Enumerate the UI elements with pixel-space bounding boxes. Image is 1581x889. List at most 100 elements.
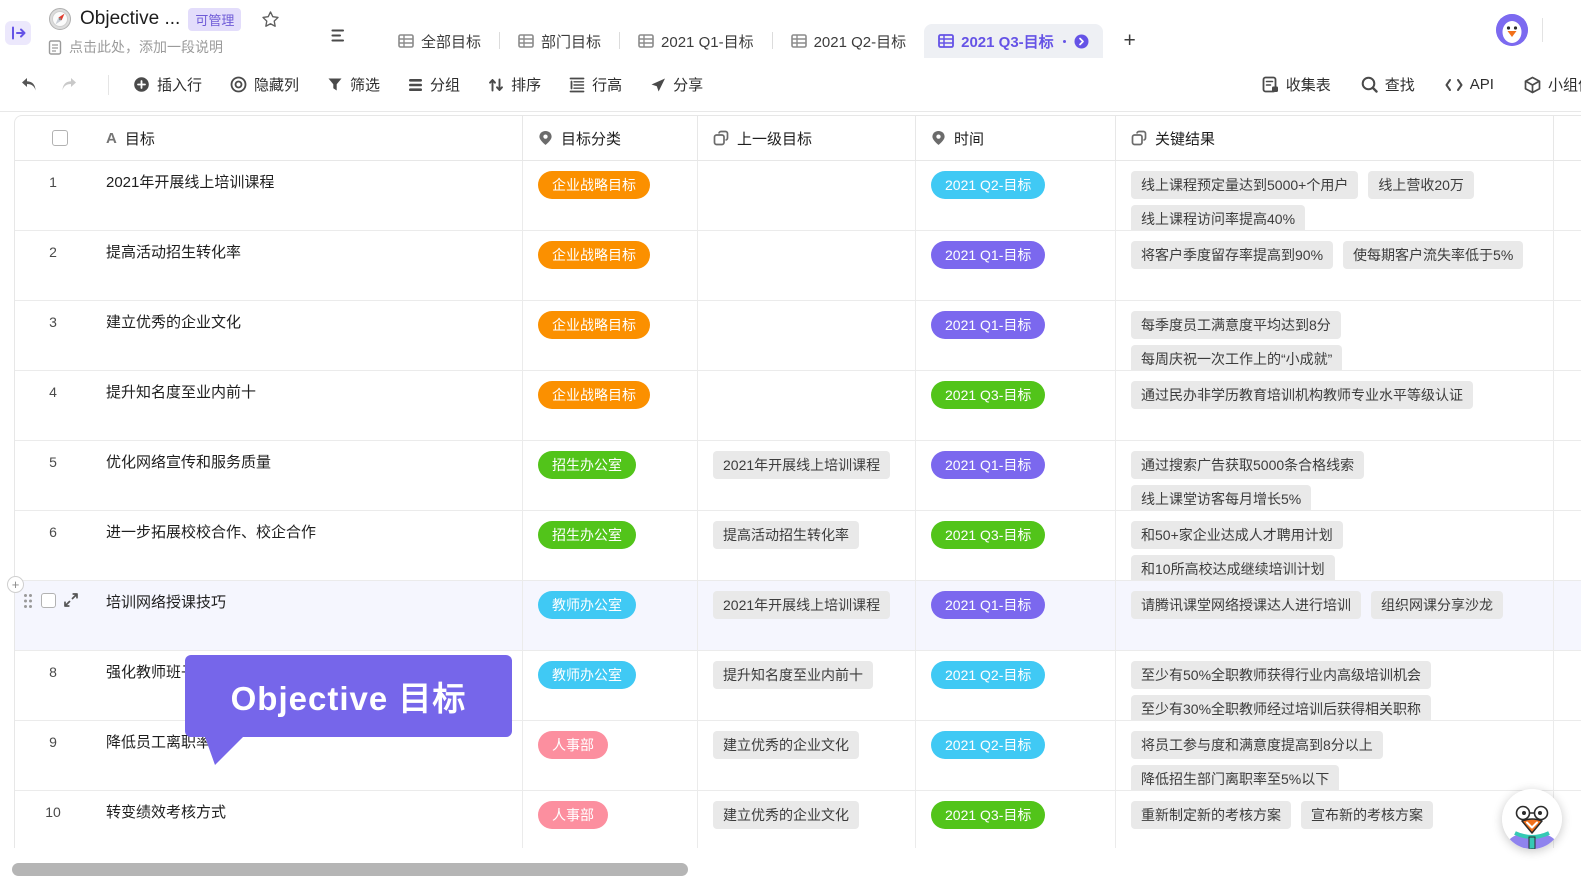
- column-header-parent[interactable]: 上一级目标: [698, 116, 916, 160]
- time-cell[interactable]: 2021 Q2-目标: [916, 161, 1116, 230]
- find-button[interactable]: 查找: [1361, 74, 1415, 95]
- parent-objective-cell[interactable]: [698, 301, 916, 370]
- key-result-tag: 线上课程访问率提高40%: [1131, 205, 1306, 230]
- expand-sidebar-icon[interactable]: [5, 21, 31, 45]
- select-all-checkbox[interactable]: [52, 130, 68, 146]
- text-field-icon: A: [106, 129, 117, 147]
- star-icon[interactable]: [261, 10, 280, 29]
- time-cell[interactable]: 2021 Q3-目标: [916, 791, 1116, 848]
- parent-objective-cell[interactable]: 2021年开展线上培训课程: [698, 581, 916, 650]
- view-list-icon[interactable]: [324, 18, 354, 52]
- insert-row-button[interactable]: 插入行: [133, 74, 202, 95]
- key-results-cell[interactable]: 将客户季度留存率提高到90% 使每期客户流失率低于5%: [1116, 231, 1554, 300]
- hide-fields-button[interactable]: 隐藏列: [230, 74, 299, 95]
- parent-objective-cell[interactable]: 提升知名度至业内前十: [698, 651, 916, 720]
- category-cell[interactable]: 企业战略目标: [523, 231, 698, 300]
- column-header-key-results[interactable]: 关键结果: [1116, 116, 1554, 160]
- parent-objective-cell[interactable]: [698, 161, 916, 230]
- category-cell[interactable]: 人事部: [523, 791, 698, 848]
- tab-department-objectives[interactable]: 部门目标: [500, 24, 619, 58]
- parent-objective-cell[interactable]: 建立优秀的企业文化: [698, 721, 916, 790]
- link-field-icon: [1131, 130, 1147, 146]
- tab-2021-q3-active[interactable]: 2021 Q3-目标: [924, 24, 1103, 58]
- time-cell[interactable]: 2021 Q3-目标: [916, 511, 1116, 580]
- parent-objective-cell[interactable]: 提高活动招生转化率: [698, 511, 916, 580]
- objective-cell[interactable]: 转变绩效考核方式: [91, 791, 523, 848]
- user-avatar[interactable]: [1496, 14, 1528, 46]
- share-button[interactable]: 分享: [650, 74, 703, 95]
- horizontal-scrollbar[interactable]: [12, 863, 688, 876]
- key-results-cell[interactable]: 和50+家企业达成人才聘用计划 和10所高校达成继续培训计划: [1116, 511, 1554, 580]
- key-results-cell[interactable]: 通过搜索广告获取5000条合格线索 线上课堂访客每月增长5%: [1116, 441, 1554, 510]
- table-row[interactable]: 4 提升知名度至业内前十 企业战略目标 2021 Q3-目标 通过民办非学历教育培训机构…: [15, 371, 1581, 441]
- time-cell[interactable]: 2021 Q1-目标: [916, 231, 1116, 300]
- column-header-objective[interactable]: A 目标: [91, 116, 523, 160]
- api-button[interactable]: API: [1445, 76, 1494, 93]
- category-pill: 人事部: [538, 801, 608, 829]
- key-results-cell[interactable]: 至少有50%全职教师获得行业内高级培训机会 至少有30%全职教师经过培训后获得相关…: [1116, 651, 1554, 720]
- key-results-cell[interactable]: 每季度员工满意度平均达到8分 每周庆祝一次工作上的“小成就”: [1116, 301, 1554, 370]
- table-row[interactable]: 1 2021年开展线上培训课程 企业战略目标 2021 Q2-目标 线上课程预定量达到5…: [15, 161, 1581, 231]
- category-pill: 教师办公室: [538, 591, 636, 619]
- tab-expand-chevron-icon[interactable]: [1074, 34, 1089, 49]
- file-title[interactable]: Objective ...: [80, 8, 180, 30]
- tab-2021-q1[interactable]: 2021 Q1-目标: [620, 24, 772, 58]
- category-cell[interactable]: 招生办公室: [523, 511, 698, 580]
- column-header-category[interactable]: 目标分类: [523, 116, 698, 160]
- objective-cell[interactable]: 2021年开展线上培训课程: [91, 161, 523, 230]
- row-checkbox[interactable]: [41, 593, 56, 608]
- file-description[interactable]: 点击此处，添加一段说明: [48, 37, 280, 57]
- table-row[interactable]: 培训网络授课技巧 教师办公室 2021年开展线上培训课程 2021 Q1-目标 请腾讯课…: [15, 581, 1581, 651]
- objective-cell[interactable]: 提高活动招生转化率: [91, 231, 523, 300]
- row-height-button[interactable]: 行高: [569, 74, 622, 95]
- add-view-button[interactable]: +: [1113, 24, 1147, 58]
- key-results-cell[interactable]: 重新制定新的考核方案 宣布新的考核方案: [1116, 791, 1554, 848]
- drag-handle-icon[interactable]: [23, 593, 33, 609]
- time-cell[interactable]: 2021 Q2-目标: [916, 721, 1116, 790]
- key-results-cell[interactable]: 通过民办非学历教育培训机构教师专业水平等级认证: [1116, 371, 1554, 440]
- insert-row-hint[interactable]: +: [7, 576, 24, 593]
- sort-button[interactable]: 排序: [488, 74, 541, 95]
- category-cell[interactable]: 招生办公室: [523, 441, 698, 510]
- table-row[interactable]: 3 建立优秀的企业文化 企业战略目标 2021 Q1-目标 每季度员工满意度平均达到8分…: [15, 301, 1581, 371]
- objective-cell[interactable]: 提升知名度至业内前十: [91, 371, 523, 440]
- redo-icon[interactable]: [56, 72, 82, 98]
- filter-button[interactable]: 筛选: [327, 74, 380, 95]
- objective-cell[interactable]: 进一步拓展校校合作、校企合作: [91, 511, 523, 580]
- objective-cell[interactable]: 建立优秀的企业文化: [91, 301, 523, 370]
- parent-objective-cell[interactable]: [698, 371, 916, 440]
- table-row[interactable]: 6 进一步拓展校校合作、校企合作 招生办公室 提高活动招生转化率 2021 Q3-目标和…: [15, 511, 1581, 581]
- category-cell[interactable]: 企业战略目标: [523, 161, 698, 230]
- widget-button[interactable]: 小组件: [1524, 74, 1581, 95]
- table-row[interactable]: 5 优化网络宣传和服务质量 招生办公室 2021年开展线上培训课程 2021 Q1-目标…: [15, 441, 1581, 511]
- tab-all-objectives[interactable]: 全部目标: [380, 24, 499, 58]
- table-row[interactable]: 10 转变绩效考核方式 人事部 建立优秀的企业文化 2021 Q3-目标 重新制定新的考核…: [15, 791, 1581, 848]
- category-cell[interactable]: 企业战略目标: [523, 301, 698, 370]
- key-results-cell[interactable]: 请腾讯课堂网络授课达人进行培训 组织网课分享沙龙: [1116, 581, 1554, 650]
- category-cell[interactable]: 教师办公室: [523, 581, 698, 650]
- objective-cell[interactable]: 优化网络宣传和服务质量: [91, 441, 523, 510]
- undo-icon[interactable]: [16, 72, 42, 98]
- time-cell[interactable]: 2021 Q1-目标: [916, 441, 1116, 510]
- category-cell[interactable]: 教师办公室: [523, 651, 698, 720]
- mascot-assistant-icon[interactable]: [1502, 789, 1562, 849]
- key-results-cell[interactable]: 将员工参与度和满意度提高到8分以上 降低招生部门离职率至5%以下: [1116, 721, 1554, 790]
- column-header-time[interactable]: 时间: [916, 116, 1116, 160]
- time-cell[interactable]: 2021 Q1-目标: [916, 581, 1116, 650]
- tooltip-arrow: [205, 737, 243, 765]
- key-results-cell[interactable]: 线上课程预定量达到5000+个用户 线上营收20万 线上课程访问率提高40%: [1116, 161, 1554, 230]
- objective-cell[interactable]: 培训网络授课技巧: [91, 581, 523, 650]
- parent-objective-cell[interactable]: 2021年开展线上培训课程: [698, 441, 916, 510]
- parent-objective-cell[interactable]: 建立优秀的企业文化: [698, 791, 916, 848]
- group-button[interactable]: 分组: [408, 74, 460, 95]
- expand-record-icon[interactable]: [64, 593, 78, 607]
- tab-2021-q2[interactable]: 2021 Q2-目标: [773, 24, 925, 58]
- category-cell[interactable]: 人事部: [523, 721, 698, 790]
- time-cell[interactable]: 2021 Q3-目标: [916, 371, 1116, 440]
- table-row[interactable]: 2 提高活动招生转化率 企业战略目标 2021 Q1-目标 将客户季度留存率提高到90%…: [15, 231, 1581, 301]
- category-cell[interactable]: 企业战略目标: [523, 371, 698, 440]
- collect-form-button[interactable]: 收集表: [1262, 74, 1331, 95]
- time-cell[interactable]: 2021 Q1-目标: [916, 301, 1116, 370]
- parent-objective-cell[interactable]: [698, 231, 916, 300]
- time-cell[interactable]: 2021 Q2-目标: [916, 651, 1116, 720]
